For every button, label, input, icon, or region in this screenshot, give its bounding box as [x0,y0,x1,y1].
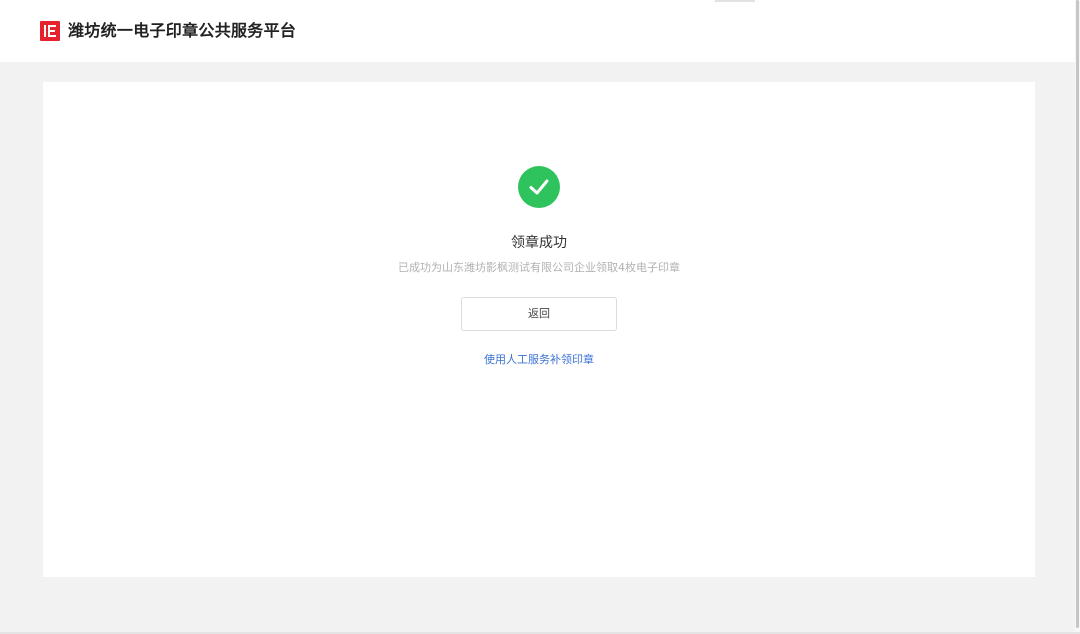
brand-logo-icon[interactable] [40,21,60,41]
top-header: 潍坊统一电子印章公共服务平台 [0,0,1080,62]
result-card: 领章成功 已成功为山东潍坊影枫测试有限公司企业领取4枚电子印章 返回 使用人工服… [43,82,1035,577]
result-description: 已成功为山东潍坊影枫测试有限公司企业领取4枚电子印章 [398,261,680,274]
header-tab-indicator [715,0,755,2]
site-title[interactable]: 潍坊统一电子印章公共服务平台 [68,20,296,42]
manual-service-link[interactable]: 使用人工服务补领印章 [43,352,1035,368]
scrollbar-thumb[interactable] [1076,0,1079,628]
back-button[interactable]: 返回 [461,297,617,331]
result-title: 领章成功 [511,235,567,251]
check-circle-icon [518,166,560,208]
vertical-scrollbar[interactable] [1075,0,1080,634]
